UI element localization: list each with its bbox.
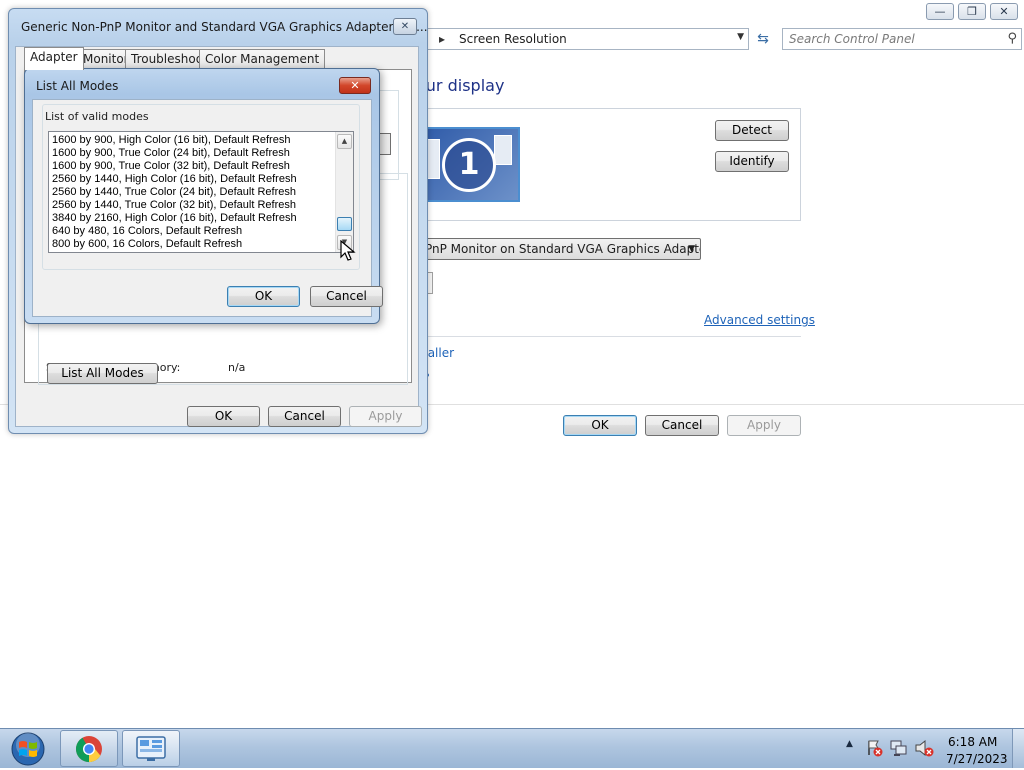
list-all-modes-button[interactable]: List All Modes: [47, 363, 158, 384]
detect-button[interactable]: Detect: [715, 120, 789, 141]
dialog-body: List of valid modes 1600 by 900, High Co…: [32, 99, 383, 317]
list-item[interactable]: 3840 by 2160, High Color (16 bit), Defau…: [52, 212, 334, 225]
close-button[interactable]: ✕: [393, 18, 417, 35]
refresh-icon[interactable]: ⇆: [752, 29, 774, 49]
start-button[interactable]: [4, 731, 52, 767]
chrome-icon: [75, 736, 102, 763]
tab-color-management[interactable]: Color Management: [199, 49, 326, 69]
close-button[interactable]: ✕: [339, 77, 371, 94]
control-panel-icon: [136, 736, 166, 761]
monitor-1-icon[interactable]: 1: [416, 127, 520, 202]
chrome-taskbar-button[interactable]: [60, 730, 118, 767]
apply-button[interactable]: Apply: [349, 406, 422, 427]
modes-list-items: 1600 by 900, High Color (16 bit), Defaul…: [52, 134, 334, 251]
page-title: our display: [416, 76, 505, 95]
list-item[interactable]: 1600 by 900, True Color (32 bit), Defaul…: [52, 160, 334, 173]
cp-ok-button[interactable]: OK: [563, 415, 637, 436]
display-dropdown-value: PnP Monitor on Standard VGA Graphics Ada…: [425, 242, 701, 256]
taskbar: ▲ 6:18 AM 7/27/2023: [0, 728, 1024, 768]
modes-listbox[interactable]: 1600 by 900, High Color (16 bit), Defaul…: [48, 131, 354, 253]
preview-window-icon: [494, 135, 512, 165]
network-icon[interactable]: [890, 739, 908, 757]
advanced-settings-link[interactable]: Advanced settings: [704, 313, 815, 327]
breadcrumb-screen-resolution[interactable]: Screen Resolution: [459, 32, 567, 46]
search-icon[interactable]: ⚲: [1007, 31, 1017, 46]
clock-time[interactable]: 6:18 AM: [948, 735, 997, 749]
divider: [416, 336, 801, 337]
list-item[interactable]: 640 by 480, 16 Colors, Default Refresh: [52, 225, 334, 238]
list-item[interactable]: 800 by 600, 16 Colors, Default Refresh: [52, 238, 334, 251]
search-input[interactable]: Search Control Panel ⚲: [782, 28, 1022, 50]
cp-apply-button[interactable]: Apply: [727, 415, 801, 436]
list-item[interactable]: 2560 by 1440, High Color (16 bit), Defau…: [52, 173, 334, 186]
control-panel-taskbar-button[interactable]: [122, 730, 180, 767]
scroll-up-icon[interactable]: ▲: [337, 134, 352, 149]
dialog-title: List All Modes: [36, 79, 119, 93]
list-item[interactable]: 2560 by 1440, True Color (32 bit), Defau…: [52, 199, 334, 212]
close-button[interactable]: ✕: [990, 3, 1018, 20]
group-label: List of valid modes: [43, 110, 151, 123]
show-desktop-button[interactable]: [1012, 729, 1024, 768]
list-item[interactable]: 2560 by 1440, True Color (24 bit), Defau…: [52, 186, 334, 199]
address-bar[interactable]: y ▸ Screen Resolution ▼: [416, 28, 749, 50]
display-dropdown[interactable]: PnP Monitor on Standard VGA Graphics Ada…: [416, 238, 701, 260]
ok-button[interactable]: OK: [187, 406, 260, 427]
mouse-cursor-icon: [340, 240, 356, 261]
address-dropdown-icon[interactable]: ▼: [737, 32, 744, 42]
clock-date[interactable]: 7/27/2023: [946, 752, 1008, 766]
restore-button[interactable]: ❐: [958, 3, 986, 20]
windows-logo-icon: [11, 732, 45, 766]
action-center-icon[interactable]: [866, 739, 884, 757]
tab-adapter[interactable]: Adapter: [24, 47, 84, 70]
vertical-scrollbar[interactable]: ▲ ▼: [335, 132, 353, 252]
cancel-button[interactable]: Cancel: [268, 406, 341, 427]
scroll-thumb[interactable]: [337, 217, 352, 231]
volume-muted-icon[interactable]: [914, 739, 934, 757]
breadcrumb-separator-icon[interactable]: ▸: [439, 32, 445, 46]
list-all-modes-dialog: List All Modes ✕ List of valid modes 160…: [24, 68, 383, 324]
identify-button[interactable]: Identify: [715, 151, 789, 172]
chevron-down-icon: ▼: [688, 244, 695, 254]
monitor-number: 1: [442, 138, 496, 192]
list-item[interactable]: 1600 by 900, High Color (16 bit), Defaul…: [52, 134, 334, 147]
shared-memory-value: n/a: [228, 361, 246, 374]
cp-cancel-button[interactable]: Cancel: [645, 415, 719, 436]
minimize-button[interactable]: —: [926, 3, 954, 20]
list-item[interactable]: 1600 by 900, True Color (24 bit), Defaul…: [52, 147, 334, 160]
cancel-button[interactable]: Cancel: [310, 286, 383, 307]
dialog-title: Generic Non-PnP Monitor and Standard VGA…: [21, 20, 428, 34]
search-placeholder: Search Control Panel: [789, 32, 915, 46]
ok-button[interactable]: OK: [227, 286, 300, 307]
show-hidden-icons-icon[interactable]: ▲: [846, 739, 853, 749]
